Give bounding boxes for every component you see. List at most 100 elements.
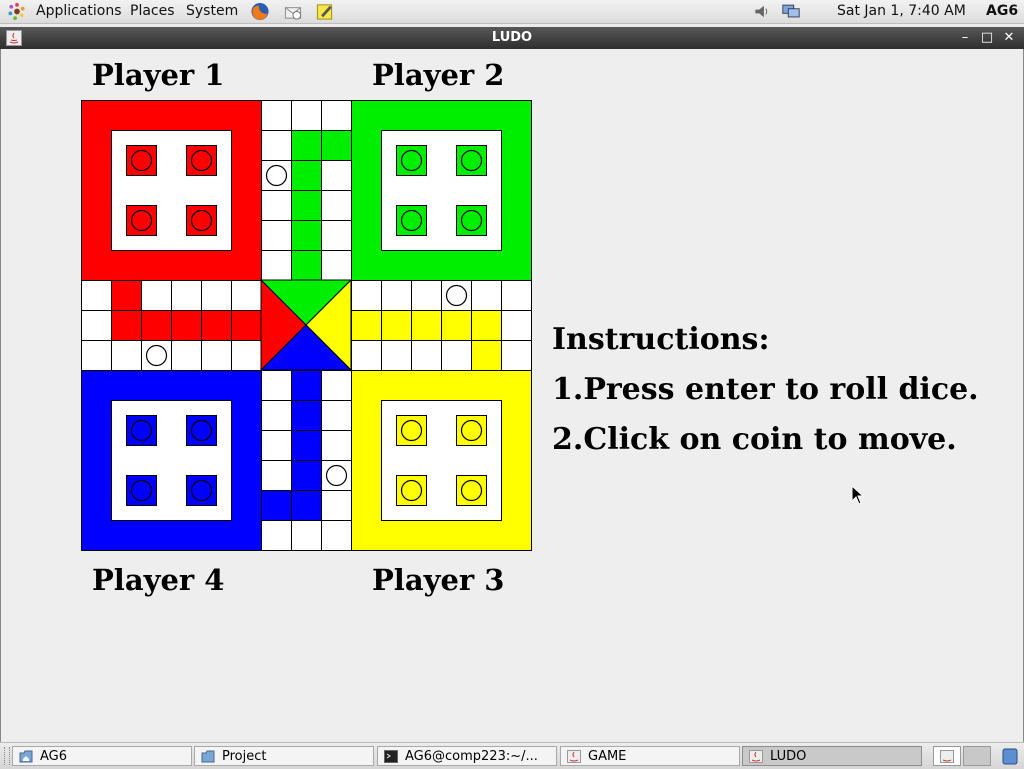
- board-cell[interactable]: [201, 280, 232, 311]
- task-terminal[interactable]: AG6@comp223:~/...: [377, 746, 557, 766]
- board-cell[interactable]: [291, 370, 322, 401]
- menu-system[interactable]: System: [186, 0, 238, 23]
- board-cell[interactable]: [291, 160, 322, 191]
- red-coin[interactable]: [130, 149, 153, 172]
- board-cell[interactable]: [471, 280, 502, 311]
- blue-coin[interactable]: [190, 479, 213, 502]
- board-cell[interactable]: [291, 220, 322, 251]
- board-cell[interactable]: [321, 400, 352, 431]
- board-cell[interactable]: [141, 310, 172, 341]
- board-cell[interactable]: [441, 310, 472, 341]
- blue-coin[interactable]: [130, 479, 153, 502]
- board-cell[interactable]: [411, 340, 442, 371]
- board-cell[interactable]: [381, 280, 412, 311]
- board-cell[interactable]: [171, 310, 202, 341]
- board-cell[interactable]: [321, 250, 352, 281]
- task-game[interactable]: GAME: [560, 746, 740, 766]
- board-cell[interactable]: [471, 340, 502, 371]
- network-icon[interactable]: [781, 2, 801, 21]
- task-ag6[interactable]: AG6: [12, 746, 192, 766]
- board-cell[interactable]: [261, 130, 292, 161]
- board-cell[interactable]: [321, 370, 352, 401]
- red-coin[interactable]: [190, 209, 213, 232]
- board-cell[interactable]: [141, 280, 172, 311]
- board-cell[interactable]: [291, 250, 322, 281]
- board-cell[interactable]: [471, 310, 502, 341]
- close-icon[interactable]: ✕: [999, 27, 1019, 49]
- firefox-icon[interactable]: [250, 2, 270, 21]
- yellow-coin[interactable]: [460, 479, 483, 502]
- board-cell[interactable]: [291, 400, 322, 431]
- board-cell[interactable]: [261, 520, 292, 551]
- board-cell[interactable]: [261, 370, 292, 401]
- workspace-1[interactable]: [933, 746, 961, 766]
- board-cell[interactable]: [321, 130, 352, 161]
- board-cell[interactable]: [171, 340, 202, 371]
- board-cell[interactable]: [291, 520, 322, 551]
- board-cell[interactable]: [201, 310, 232, 341]
- board-cell[interactable]: [261, 250, 292, 281]
- board-cell[interactable]: [381, 340, 412, 371]
- board-cell[interactable]: [321, 190, 352, 221]
- board-cell[interactable]: [231, 340, 262, 371]
- board-cell[interactable]: [261, 190, 292, 221]
- task-ludo[interactable]: LUDO: [742, 746, 922, 766]
- board-cell[interactable]: [261, 400, 292, 431]
- board-cell[interactable]: [291, 190, 322, 221]
- board-cell[interactable]: [291, 460, 322, 491]
- board-cell[interactable]: [501, 340, 532, 371]
- notes-icon[interactable]: [315, 2, 335, 21]
- board-cell[interactable]: [321, 100, 352, 131]
- green-coin[interactable]: [400, 149, 423, 172]
- clock[interactable]: Sat Jan 1, 7:40 AM: [837, 0, 966, 23]
- board-cell[interactable]: [291, 430, 322, 461]
- board-cell[interactable]: [321, 220, 352, 251]
- board-cell[interactable]: [81, 280, 112, 311]
- volume-icon[interactable]: [752, 2, 772, 21]
- board-cell[interactable]: [201, 340, 232, 371]
- board-cell[interactable]: [111, 280, 142, 311]
- board-cell[interactable]: [501, 280, 532, 311]
- ludo-board[interactable]: [81, 100, 534, 552]
- menu-places[interactable]: Places: [130, 0, 175, 23]
- task-project[interactable]: Project: [194, 746, 374, 766]
- workspace-2[interactable]: [963, 746, 991, 766]
- trash-icon[interactable]: [1000, 746, 1020, 766]
- board-cell[interactable]: [411, 280, 442, 311]
- maximize-icon[interactable]: □: [977, 27, 997, 49]
- green-coin[interactable]: [460, 209, 483, 232]
- yellow-coin[interactable]: [400, 479, 423, 502]
- board-cell[interactable]: [111, 310, 142, 341]
- blue-coin[interactable]: [190, 419, 213, 442]
- board-cell[interactable]: [291, 130, 322, 161]
- red-coin[interactable]: [190, 149, 213, 172]
- board-cell[interactable]: [351, 340, 382, 371]
- board-cell[interactable]: [321, 430, 352, 461]
- gnome-foot-icon[interactable]: [7, 2, 27, 21]
- board-cell[interactable]: [261, 460, 292, 491]
- board-cell[interactable]: [321, 160, 352, 191]
- board-cell[interactable]: [261, 220, 292, 251]
- board-cell[interactable]: [231, 310, 262, 341]
- board-cell[interactable]: [501, 310, 532, 341]
- taskbar-handle[interactable]: [4, 747, 10, 765]
- board-cell[interactable]: [171, 280, 202, 311]
- board-cell[interactable]: [321, 490, 352, 521]
- board-cell[interactable]: [81, 310, 112, 341]
- board-cell[interactable]: [441, 340, 472, 371]
- user-name[interactable]: AG6: [986, 0, 1018, 23]
- board-cell[interactable]: [291, 100, 322, 131]
- menu-applications[interactable]: Applications: [36, 0, 122, 23]
- board-cell[interactable]: [261, 100, 292, 131]
- green-coin[interactable]: [400, 209, 423, 232]
- green-coin[interactable]: [460, 149, 483, 172]
- minimize-icon[interactable]: –: [955, 27, 975, 49]
- board-cell[interactable]: [351, 310, 382, 341]
- board-cell[interactable]: [381, 310, 412, 341]
- board-cell[interactable]: [351, 280, 382, 311]
- board-cell[interactable]: [231, 280, 262, 311]
- board-cell[interactable]: [411, 310, 442, 341]
- board-cell[interactable]: [261, 490, 292, 521]
- board-cell[interactable]: [81, 340, 112, 371]
- red-coin[interactable]: [130, 209, 153, 232]
